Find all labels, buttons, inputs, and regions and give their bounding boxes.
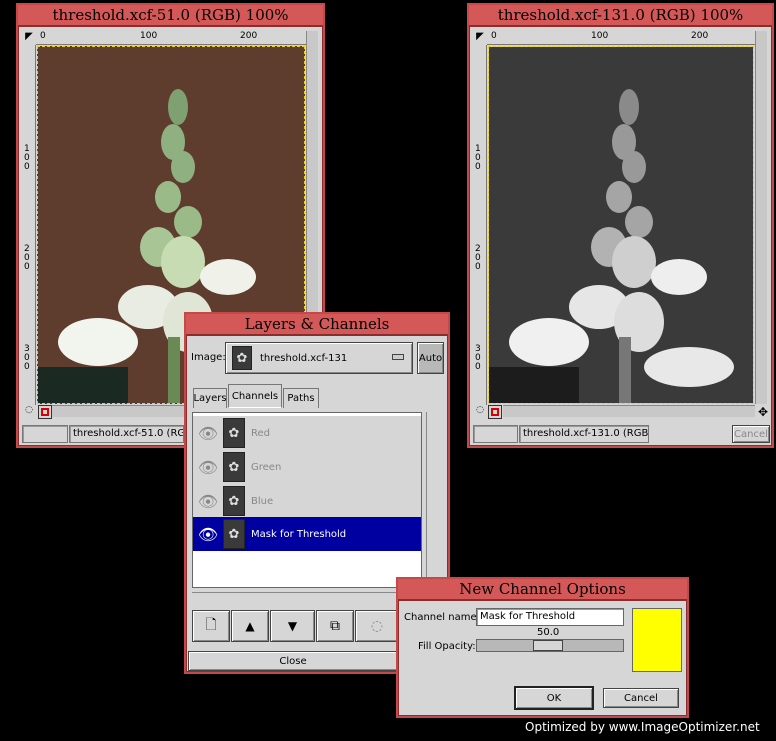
left-ruler-top-tick: 100	[140, 31, 158, 41]
channel-name: Green	[251, 461, 282, 473]
channel-thumbnail-icon: ✿	[223, 418, 245, 448]
image-thumbnail-icon: ✿	[232, 346, 252, 370]
eye-icon[interactable]: 👁	[193, 424, 223, 443]
channel-list-scrollbar[interactable]	[426, 412, 438, 588]
right-ruler-left: 1 0 0 2 0 0 3 0 0	[473, 45, 487, 405]
channel-list-hscrollbar[interactable]	[192, 592, 422, 604]
left-window-title: threshold.xcf-51.0 (RGB) 100%	[18, 5, 323, 27]
auto-button[interactable]: Auto	[417, 342, 444, 374]
right-ruler-top: 0 100 200	[487, 31, 755, 45]
channel-name-label: Channel name:	[404, 612, 480, 623]
left-status-blank	[22, 425, 68, 443]
eye-icon[interactable]: 👁	[193, 525, 223, 544]
select-icon: ◌	[370, 618, 384, 634]
image-select-dropdown[interactable]: ✿ threshold.xcf-131	[225, 342, 413, 374]
left-ruler-left-tick: 3 0 0	[24, 344, 30, 372]
left-ruler-corner: ◤	[22, 31, 36, 45]
close-button[interactable]: Close	[188, 651, 398, 671]
left-status-text: threshold.xcf-51.0 (RGB	[69, 425, 184, 443]
fill-opacity-value: 50.0	[537, 627, 560, 638]
channel-row-green[interactable]: 👁 ✿ Green	[193, 450, 421, 484]
right-vertical-scrollbar[interactable]	[755, 31, 767, 404]
channel-thumbnail-icon: ✿	[223, 486, 245, 516]
tab-layers[interactable]: Layers	[193, 388, 227, 408]
flower-image-grayscale	[489, 47, 753, 403]
right-ruler-top-tick: 0	[491, 31, 497, 41]
cancel-button[interactable]: Cancel	[603, 688, 679, 708]
new-channel-icon: 🗋	[205, 617, 217, 633]
raise-icon: ▲	[245, 619, 255, 633]
duplicate-icon: ⧉	[330, 618, 340, 634]
channel-to-selection-button[interactable]: ◌	[355, 610, 399, 642]
fill-opacity-slider-handle[interactable]	[533, 640, 563, 651]
tab-channels[interactable]: Channels	[228, 384, 282, 408]
right-ruler-left-tick: 1 0 0	[475, 144, 481, 172]
right-window-title: threshold.xcf-131.0 (RGB) 100%	[469, 5, 772, 27]
navigate-icon[interactable]: ✥	[756, 405, 770, 419]
lower-icon: ▼	[287, 619, 298, 633]
eye-icon[interactable]: 👁	[193, 458, 223, 477]
new-channel-button[interactable]: 🗋	[192, 610, 230, 642]
left-ruler-left-tick: 2 0 0	[24, 244, 30, 272]
right-status-blank	[473, 425, 518, 443]
left-stop-icon[interactable]	[38, 405, 52, 419]
right-stop-icon[interactable]	[488, 405, 502, 419]
watermark-text: Optimized by www.ImageOptimizer.net	[525, 720, 760, 734]
right-quickmask-icon[interactable]: ◌	[473, 405, 487, 419]
channel-row-mask[interactable]: 👁 ✿ Mask for Threshold	[193, 517, 421, 551]
left-ruler-top-tick: 0	[40, 31, 46, 41]
left-ruler-left-tick: 1 0 0	[24, 144, 30, 172]
image-label: Image:	[191, 352, 226, 363]
image-select-value: threshold.xcf-131	[260, 352, 348, 364]
right-ruler-top-tick: 200	[691, 31, 709, 41]
right-image-canvas[interactable]	[488, 46, 754, 404]
eye-icon[interactable]: 👁	[193, 492, 223, 511]
channel-row-red[interactable]: 👁 ✿ Red	[193, 416, 421, 450]
ok-button[interactable]: OK	[514, 686, 594, 710]
fill-opacity-label: Fill Opacity:	[418, 641, 476, 652]
left-ruler-top: 0 100 200	[36, 31, 306, 45]
right-status-text: threshold.xcf-131.0 (RGB)	[519, 425, 649, 443]
channel-name: Mask for Threshold	[251, 528, 347, 540]
right-ruler-left-tick: 3 0 0	[475, 344, 481, 372]
left-quickmask-icon[interactable]: ◌	[22, 405, 36, 419]
lower-channel-button[interactable]: ▼	[270, 610, 315, 642]
tab-paths[interactable]: Paths	[283, 388, 319, 408]
left-ruler-left: 1 0 0 2 0 0 3 0 0	[22, 45, 36, 405]
right-horizontal-scrollbar[interactable]	[503, 405, 755, 417]
channel-name-input[interactable]: Mask for Threshold	[476, 608, 624, 626]
right-ruler-top-tick: 100	[591, 31, 609, 41]
channel-name: Red	[251, 427, 270, 439]
right-ruler-left-tick: 2 0 0	[475, 244, 481, 272]
fill-color-swatch[interactable]	[632, 608, 682, 672]
layers-dialog-title: Layers & Channels	[186, 314, 448, 336]
duplicate-channel-button[interactable]: ⧉	[316, 610, 354, 642]
left-ruler-top-tick: 200	[240, 31, 258, 41]
right-ruler-corner: ◤	[473, 31, 487, 45]
channel-row-blue[interactable]: 👁 ✿ Blue	[193, 484, 421, 518]
channel-name: Blue	[251, 495, 274, 507]
dropdown-indicator-icon	[392, 354, 404, 360]
new-channel-dialog-title: New Channel Options	[398, 579, 687, 601]
channel-thumbnail-icon: ✿	[223, 452, 245, 482]
right-cancel-button[interactable]: Cancel	[732, 425, 770, 443]
channel-thumbnail-icon: ✿	[223, 519, 245, 549]
fill-opacity-slider[interactable]	[476, 639, 624, 652]
raise-channel-button[interactable]: ▲	[231, 610, 269, 642]
